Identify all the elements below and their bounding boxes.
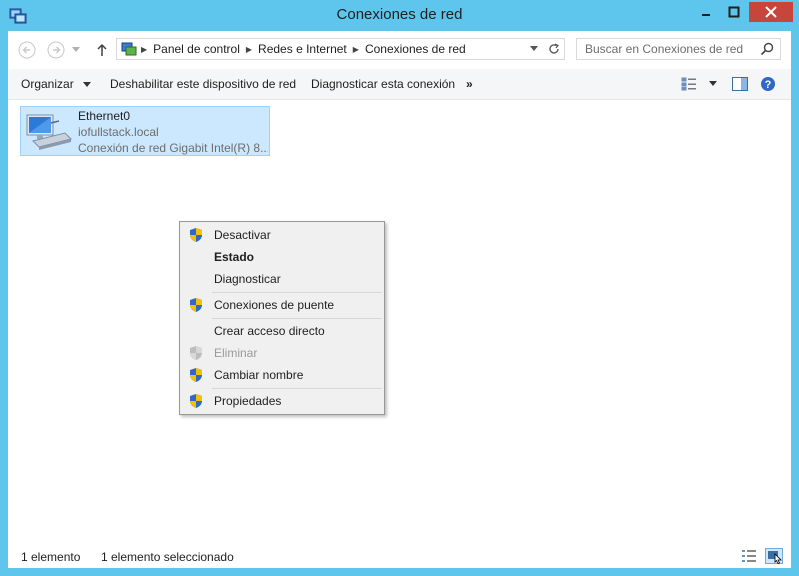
- more-commands-button[interactable]: »: [466, 77, 473, 91]
- window-title: Conexiones de red: [336, 6, 463, 23]
- menu-item-label: Desactivar: [214, 228, 271, 242]
- menu-item-estado[interactable]: Estado: [182, 246, 382, 268]
- help-button[interactable]: ?: [760, 74, 776, 94]
- close-icon: [765, 6, 777, 18]
- uac-shield-icon: [190, 298, 202, 312]
- change-view-button[interactable]: [681, 74, 697, 94]
- menu-item-diagnosticar[interactable]: Diagnosticar: [182, 268, 382, 290]
- control-panel-icon: [121, 42, 137, 56]
- menu-item-label: Propiedades: [214, 394, 282, 408]
- uac-shield-disabled-icon: [190, 346, 202, 360]
- connection-item-ethernet0[interactable]: Ethernet0 iofullstack.local Conexión de …: [20, 106, 270, 156]
- organize-label: Organizar: [21, 77, 74, 91]
- preview-pane-icon: [732, 77, 748, 91]
- breadcrumb-network-connections[interactable]: Conexiones de red: [365, 42, 466, 56]
- client-area: ▶ Panel de control ▶ Redes e Internet ▶ …: [8, 31, 791, 568]
- up-arrow-icon: [97, 43, 107, 56]
- breadcrumb-separator-icon[interactable]: ▶: [141, 45, 147, 54]
- address-tools: [530, 39, 560, 59]
- forward-arrow-icon: [47, 41, 65, 59]
- context-menu: Desactivar Estado Diagnosticar Conexione…: [179, 221, 385, 415]
- organize-menu-button[interactable]: Organizar: [21, 77, 92, 91]
- view-switcher: [741, 548, 783, 564]
- search-box[interactable]: [576, 38, 781, 60]
- breadcrumb-control-panel[interactable]: Panel de control: [153, 42, 240, 56]
- search-icon[interactable]: [760, 42, 774, 56]
- up-button[interactable]: [91, 39, 113, 61]
- chevron-down-icon: [709, 81, 717, 86]
- title-bar[interactable]: Conexiones de red: [0, 0, 799, 32]
- view-dropdown-button[interactable]: [709, 74, 717, 94]
- breadcrumb: ▶ Panel de control ▶ Redes e Internet ▶ …: [121, 39, 472, 59]
- menu-item-propiedades[interactable]: Propiedades: [182, 390, 382, 412]
- connection-name: Ethernet0: [78, 109, 131, 123]
- maximize-icon: [728, 6, 740, 18]
- large-icons-view-icon[interactable]: [765, 548, 783, 564]
- view-options-icon: [681, 77, 696, 91]
- disable-device-button[interactable]: Deshabilitar este dispositivo de red: [110, 77, 296, 91]
- item-count: 1 elemento: [21, 550, 81, 564]
- menu-item-label: Eliminar: [214, 346, 258, 360]
- menu-item-label: Conexiones de puente: [214, 298, 335, 312]
- menu-item-label: Diagnosticar: [214, 272, 281, 286]
- menu-item-label: Estado: [214, 250, 255, 264]
- search-input[interactable]: [577, 39, 773, 59]
- breadcrumb-separator-icon[interactable]: ▶: [246, 45, 252, 54]
- back-arrow-icon: [18, 41, 36, 59]
- explorer-window: Conexiones de red ▶ Panel de control ▶ R…: [0, 0, 799, 576]
- selection-count: 1 elemento seleccionado: [101, 550, 234, 564]
- chevron-down-icon: [83, 82, 92, 87]
- menu-item-eliminar: Eliminar: [182, 342, 382, 364]
- back-button[interactable]: [16, 39, 38, 61]
- minimize-button[interactable]: [693, 2, 719, 22]
- preview-pane-button[interactable]: [732, 74, 748, 94]
- forward-button[interactable]: [45, 39, 67, 61]
- status-bar: 1 elemento 1 elemento seleccionado: [8, 542, 791, 568]
- menu-item-conexiones-de-puente[interactable]: Conexiones de puente: [182, 294, 382, 316]
- menu-item-label: Crear acceso directo: [214, 324, 325, 338]
- diagnose-connection-button[interactable]: Diagnosticar esta conexión: [311, 77, 455, 91]
- menu-separator: [212, 292, 382, 293]
- connection-adapter: Conexión de red Gigabit Intel(R) 8...: [78, 141, 268, 155]
- chevron-down-icon: [72, 47, 80, 52]
- maximize-button[interactable]: [721, 2, 747, 22]
- command-bar: Organizar Deshabilitar este dispositivo …: [8, 69, 791, 100]
- svg-text:?: ?: [765, 79, 772, 91]
- refresh-icon[interactable]: [548, 43, 560, 55]
- uac-shield-icon: [190, 228, 202, 242]
- menu-separator: [212, 388, 382, 389]
- breadcrumb-network-internet[interactable]: Redes e Internet: [258, 42, 347, 56]
- file-list[interactable]: Ethernet0 iofullstack.local Conexión de …: [8, 100, 791, 542]
- details-view-icon[interactable]: [741, 549, 757, 563]
- minimize-icon: [702, 14, 710, 16]
- uac-shield-icon: [190, 394, 202, 408]
- help-icon: ?: [761, 77, 775, 91]
- menu-item-crear-acceso-directo[interactable]: Crear acceso directo: [182, 320, 382, 342]
- uac-shield-icon: [190, 368, 202, 382]
- address-row: ▶ Panel de control ▶ Redes e Internet ▶ …: [8, 31, 791, 69]
- menu-separator: [212, 318, 382, 319]
- connection-domain: iofullstack.local: [78, 125, 159, 139]
- menu-item-desactivar[interactable]: Desactivar: [182, 224, 382, 246]
- breadcrumb-separator-icon[interactable]: ▶: [353, 45, 359, 54]
- address-bar[interactable]: ▶ Panel de control ▶ Redes e Internet ▶ …: [116, 38, 565, 60]
- menu-item-cambiar-nombre[interactable]: Cambiar nombre: [182, 364, 382, 386]
- ethernet-adapter-icon: [26, 114, 72, 150]
- close-button[interactable]: [749, 2, 793, 22]
- address-dropdown-icon[interactable]: [530, 46, 538, 52]
- menu-item-label: Cambiar nombre: [214, 368, 304, 382]
- recent-locations-button[interactable]: [69, 39, 83, 61]
